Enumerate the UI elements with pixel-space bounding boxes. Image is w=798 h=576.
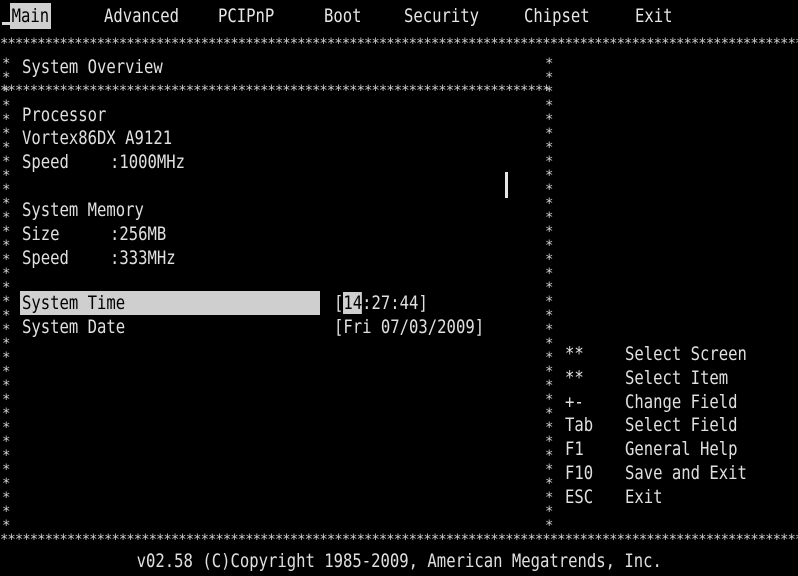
help-key: ** (565, 367, 584, 389)
panel-divider: * * * * * * * * * * * * * * * * * * * * … (545, 57, 553, 527)
help-desc: Change Field (625, 391, 738, 413)
copyright-text: v02.58 (C)Copyright 1985-2009, American … (136, 550, 662, 572)
tab-chipset[interactable]: Chipset (524, 3, 590, 29)
help-key: ESC (565, 486, 594, 508)
system-time-hour[interactable]: 14 (343, 292, 363, 314)
text-cursor (2, 22, 10, 25)
help-key: F10 (565, 462, 594, 484)
memory-size-label: Size (22, 223, 60, 245)
top-border: ****************************************… (0, 37, 798, 51)
menu-bar: Main Advanced PCIPnP Boot Security Chips… (0, 0, 798, 34)
overview-divider: ****************************************… (0, 84, 548, 98)
help-desc: General Help (625, 438, 738, 460)
copyright-footer: v02.58 (C)Copyright 1985-2009, American … (0, 547, 798, 576)
left-border: * * * * * * * * * * * * * * * * * * * * … (2, 57, 10, 527)
system-time-bracket: [ (334, 292, 344, 314)
processor-speed-label: Speed (22, 151, 69, 173)
help-desc: Save and Exit (625, 462, 747, 484)
help-key: +- (565, 391, 584, 413)
memory-size-value: :256MB (110, 223, 167, 245)
system-date-field[interactable]: [Fri 07/03/2009] (334, 315, 484, 339)
text-caret (505, 172, 508, 198)
help-desc: Exit (625, 486, 663, 508)
help-desc: Select Item (625, 367, 729, 389)
tab-pcipnp[interactable]: PCIPnP (218, 3, 274, 29)
bottom-border: ****************************************… (0, 533, 798, 547)
help-key: F1 (565, 438, 584, 460)
tab-main[interactable]: Main (10, 3, 51, 29)
tab-exit[interactable]: Exit (635, 3, 673, 29)
memory-speed-value: :333MHz (110, 247, 176, 269)
tab-advanced[interactable]: Advanced (104, 3, 179, 29)
processor-model: Vortex86DX A9121 (22, 127, 173, 149)
processor-heading: Processor (22, 104, 107, 126)
tab-security[interactable]: Security (404, 3, 479, 29)
system-date-label[interactable]: System Date (22, 315, 125, 339)
memory-heading: System Memory (22, 199, 144, 221)
help-key: ** (565, 343, 584, 365)
system-time-field[interactable]: [14:27:44] (334, 291, 428, 315)
help-desc: Select Screen (625, 343, 747, 365)
system-time-rest[interactable]: :27:44] (362, 292, 428, 314)
section-title: System Overview (22, 56, 163, 78)
bios-setup-screen: Main Advanced PCIPnP Boot Security Chips… (0, 0, 798, 576)
tab-boot[interactable]: Boot (324, 3, 362, 29)
system-time-label[interactable]: System Time (22, 291, 125, 315)
memory-speed-label: Speed (22, 247, 69, 269)
processor-speed-value: :1000MHz (110, 151, 186, 173)
help-key: Tab (565, 414, 594, 436)
help-desc: Select Field (625, 414, 738, 436)
